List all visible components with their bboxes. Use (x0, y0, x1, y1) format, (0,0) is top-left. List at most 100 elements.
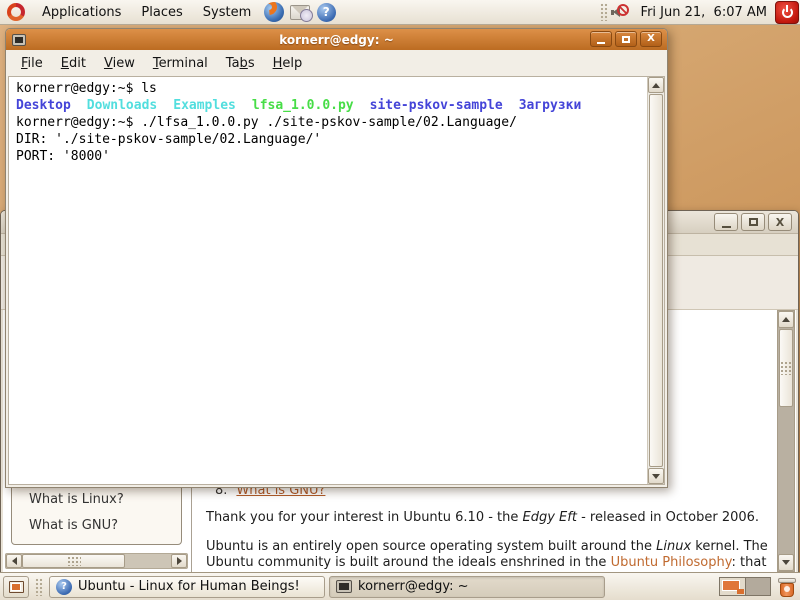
terminal-body[interactable]: kornerr@edgy:~$ ls DesktopDownloadsExamp… (8, 76, 665, 485)
menu-help[interactable]: Help (264, 56, 312, 71)
terminal-output-port: PORT: '8000' (16, 148, 647, 165)
menu-terminal[interactable]: Terminal (144, 56, 217, 71)
horizontal-scroll-thumb[interactable] (22, 554, 125, 568)
paragraph-thank-you: Thank you for your interest in Ubuntu 6.… (206, 510, 759, 525)
close-icon: X (647, 34, 655, 44)
menu-view[interactable]: View (95, 56, 144, 71)
arrow-down-icon (782, 560, 790, 565)
menu-places[interactable]: Places (131, 0, 192, 24)
scroll-trough[interactable] (778, 408, 794, 554)
terminal-prompt-line: kornerr@edgy:~$ ls (16, 80, 647, 97)
terminal-ls-output: DesktopDownloadsExampleslfsa_1.0.0.pysit… (16, 97, 647, 114)
workspace-switcher[interactable] (719, 577, 771, 596)
terminal-scroll-thumb[interactable] (649, 94, 663, 467)
minimize-icon (722, 226, 731, 228)
ls-entry-zagruzki: Загрузки (519, 97, 582, 114)
taskbar-item-firefox[interactable]: Ubuntu - Linux for Human Beings! (49, 576, 325, 598)
taskbar-item-terminal[interactable]: kornerr@edgy: ~ (329, 576, 605, 598)
bottom-panel: Ubuntu - Linux for Human Beings! kornerr… (0, 572, 800, 600)
maximize-icon (622, 36, 630, 43)
mail-clock-icon (290, 5, 310, 20)
trash-applet[interactable] (777, 576, 797, 598)
sidebar-horizontal-scrollbar[interactable] (5, 553, 188, 569)
menu-tabs[interactable]: Tabs (217, 56, 264, 71)
edgy-eft-emphasis: Edgy Eft (523, 510, 577, 525)
vertical-scroll-thumb[interactable] (779, 329, 793, 407)
clock-applet[interactable]: Fri Jun 21, 6:07 AM (633, 5, 775, 20)
terminal-output-dir: DIR: './site-pskov-sample/02.Language/' (16, 131, 647, 148)
firefox-icon (264, 2, 284, 22)
arrow-up-icon (652, 83, 660, 88)
logout-power-button[interactable] (775, 1, 799, 24)
volume-muted-icon[interactable] (610, 3, 629, 21)
sidebar-link-what-is-linux[interactable]: What is Linux? (29, 492, 124, 507)
workspace-2[interactable] (745, 578, 770, 595)
arrow-left-icon (12, 557, 17, 565)
help-icon (317, 3, 336, 22)
terminal-scrollbar[interactable] (647, 77, 664, 484)
mail-launcher[interactable] (288, 1, 312, 23)
scroll-down-button[interactable] (648, 468, 664, 484)
workspace-window-preview (737, 589, 744, 594)
terminal-titlebar[interactable]: kornerr@edgy: ~ X (6, 29, 667, 50)
ls-entry-examples: Examples (173, 97, 236, 114)
terminal-minimize-button[interactable] (590, 31, 612, 47)
terminal-icon (336, 580, 352, 593)
firefox-launcher[interactable] (262, 1, 286, 23)
show-desktop-button[interactable] (3, 576, 29, 598)
paragraph-text: : that (732, 555, 767, 570)
sidebar-link-what-is-gnu[interactable]: What is GNU? (29, 518, 118, 533)
taskbar-item-label: Ubuntu - Linux for Human Beings! (78, 579, 300, 594)
ls-entry-site-pskov-sample: site-pskov-sample (370, 97, 503, 114)
menu-file[interactable]: File (12, 56, 52, 71)
maximize-icon (749, 218, 758, 226)
paragraph-text: Thank you for your interest in Ubuntu 6.… (206, 510, 523, 525)
terminal-screen[interactable]: kornerr@edgy:~$ ls DesktopDownloadsExamp… (9, 77, 647, 484)
linux-emphasis: Linux (656, 539, 691, 554)
ls-entry-lfsa-script: lfsa_1.0.0.py (252, 97, 354, 114)
ubuntu-philosophy-link[interactable]: Ubuntu Philosophy (611, 555, 732, 570)
ls-entry-downloads: Downloads (87, 97, 157, 114)
grip-dots-icon (780, 361, 792, 375)
menu-system[interactable]: System (193, 0, 261, 24)
paragraph-text: Ubuntu is an entirely open source operat… (206, 539, 656, 554)
paragraph-text: - released in October 2006. (577, 510, 759, 525)
top-panel: Applications Places System Fri Jun 21, 6… (0, 0, 800, 25)
scroll-up-button[interactable] (648, 77, 664, 93)
terminal-icon (12, 34, 26, 46)
terminal-close-button[interactable]: X (640, 31, 662, 47)
show-desktop-icon (9, 581, 24, 593)
scroll-trough[interactable] (125, 554, 171, 568)
menu-applications[interactable]: Applications (32, 0, 131, 24)
firefox-minimize-button[interactable] (714, 213, 738, 231)
terminal-window[interactable]: kornerr@edgy: ~ X File Edit View Termina… (5, 28, 668, 488)
taskbar-item-label: kornerr@edgy: ~ (358, 579, 469, 594)
firefox-maximize-button[interactable] (741, 213, 765, 231)
paragraph-text: kernel. The (691, 539, 768, 554)
arrow-up-icon (782, 317, 790, 322)
terminal-prompt-line: kornerr@edgy:~$ ./lfsa_1.0.0.py ./site-p… (16, 114, 647, 131)
arrow-down-icon (652, 474, 660, 479)
tasklist-drag-handle[interactable] (35, 578, 43, 596)
terminal-maximize-button[interactable] (615, 31, 637, 47)
scroll-right-button[interactable] (171, 554, 187, 568)
page-vertical-scrollbar[interactable] (777, 310, 795, 572)
firefox-close-button[interactable]: X (768, 213, 792, 231)
ubuntu-logo-icon[interactable] (7, 3, 25, 21)
terminal-menubar: File Edit View Terminal Tabs Help (6, 50, 667, 76)
minimize-icon (597, 42, 605, 44)
arrow-right-icon (177, 557, 182, 565)
paragraph-ubuntu-description: Ubuntu is an entirely open source operat… (206, 539, 768, 571)
close-icon: X (776, 217, 784, 228)
applet-drag-handle[interactable] (600, 3, 608, 21)
scroll-up-button[interactable] (778, 311, 794, 328)
paragraph-text: Ubuntu community is built around the ide… (206, 555, 611, 570)
menu-edit[interactable]: Edit (52, 56, 95, 71)
scroll-down-button[interactable] (778, 554, 794, 571)
power-icon (782, 7, 793, 18)
help-launcher[interactable] (314, 1, 338, 23)
grip-dots-icon (67, 556, 81, 566)
scroll-left-button[interactable] (6, 554, 22, 568)
workspace-1[interactable] (720, 578, 745, 595)
help-page-icon (56, 579, 72, 595)
